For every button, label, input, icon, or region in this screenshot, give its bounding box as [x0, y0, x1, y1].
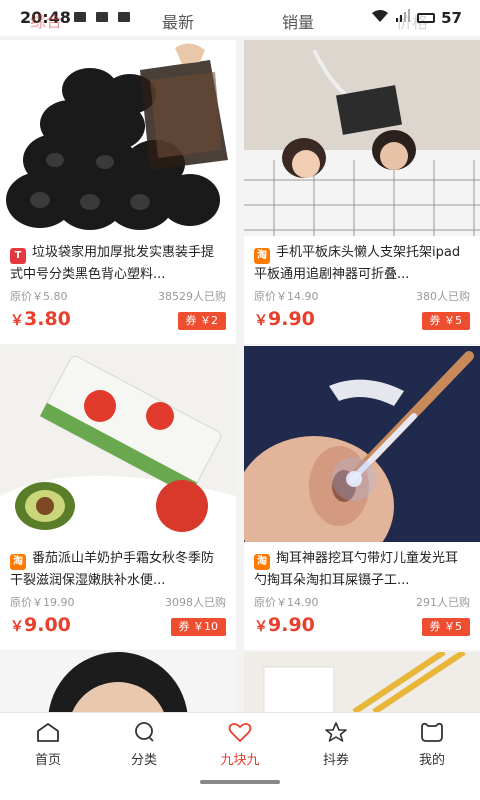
sort-tab-sales[interactable]: 销量 — [282, 9, 314, 33]
taobao-badge-icon: 淘 — [10, 554, 26, 570]
nav-home[interactable]: 首页 — [0, 721, 96, 768]
coupon-badge[interactable]: 券 ￥10 — [170, 618, 226, 636]
profile-icon — [421, 722, 443, 742]
product-image-partial[interactable] — [0, 652, 236, 712]
coupon-badge[interactable]: 券 ￥5 — [421, 618, 470, 636]
product-image-bed-holder[interactable] — [244, 40, 480, 236]
product-card[interactable]: 淘掏耳神器挖耳勺带灯儿童发光耳勺掏耳朵淘扣耳屎镊子工... 原价￥14.90 2… — [244, 346, 480, 650]
taobao-badge-icon: 淘 — [254, 554, 270, 570]
nav-coupons[interactable]: 抖券 — [288, 721, 384, 768]
message-icon — [74, 12, 86, 22]
home-icon — [37, 723, 59, 742]
category-icon — [135, 722, 154, 742]
nav-nine-nine[interactable]: 九块九 — [192, 721, 288, 768]
original-price: 原价￥19.90 — [10, 596, 75, 609]
news-icon — [96, 12, 108, 22]
nav-category[interactable]: 分类 — [96, 721, 192, 768]
coupon-badge[interactable]: 券 ￥5 — [421, 312, 470, 330]
original-price: 原价￥5.80 — [10, 290, 68, 303]
nav-label: 分类 — [130, 753, 157, 768]
nav-mine[interactable]: 我的 — [384, 721, 480, 768]
status-bar: 20:48 综合 最新 销量 价格 57 — [0, 0, 480, 36]
sold-count: 38529人已购 — [158, 290, 226, 303]
product-card-partial[interactable] — [244, 652, 480, 712]
product-image-partial[interactable] — [244, 652, 480, 712]
nav-label: 抖券 — [322, 753, 349, 768]
battery-level: 57 — [441, 9, 462, 27]
sort-tab-comprehensive[interactable]: 综合 — [30, 8, 62, 32]
original-price: 原价￥14.90 — [254, 290, 319, 303]
nav-label: 九块九 — [220, 753, 260, 768]
notification-icon — [118, 12, 130, 22]
battery-icon — [417, 13, 436, 23]
product-title[interactable]: 淘掏耳神器挖耳勺带灯儿童发光耳勺掏耳朵淘扣耳屎镊子工... — [254, 548, 470, 592]
sale-price: ￥9.00 — [10, 614, 71, 636]
signal-icon — [395, 9, 411, 27]
taobao-badge-icon: 淘 — [254, 248, 270, 264]
sale-price: ￥3.80 — [10, 308, 71, 330]
sold-count: 3098人已购 — [165, 596, 226, 609]
tmall-badge-icon: T — [10, 248, 26, 264]
bottom-nav: 首页 分类 九块九 抖券 我的 — [0, 712, 480, 800]
product-card[interactable]: 淘手机平板床头懒人支架托架ipad平板通用追剧神器可折叠... 原价￥14.90… — [244, 40, 480, 344]
coupon-badge[interactable]: 券 ￥2 — [177, 312, 226, 330]
product-title[interactable]: T 垃圾袋家用加厚批发实惠装手提式中号分类黑色背心塑料... — [10, 242, 226, 286]
star-icon — [325, 722, 347, 742]
product-card-partial[interactable] — [0, 652, 236, 712]
heart-icon — [228, 722, 252, 743]
product-image-ear-pick[interactable] — [244, 346, 480, 542]
product-image-trash-bags[interactable] — [0, 40, 236, 236]
product-card[interactable]: T 垃圾袋家用加厚批发实惠装手提式中号分类黑色背心塑料... 原价￥5.80 38… — [0, 40, 236, 344]
original-price: 原价￥14.90 — [254, 596, 319, 609]
sort-tab-latest[interactable]: 最新 — [162, 9, 194, 33]
sold-count: 291人已购 — [416, 596, 470, 609]
status-icons: 57 — [371, 9, 462, 27]
wifi-icon — [371, 9, 389, 27]
product-title[interactable]: 淘手机平板床头懒人支架托架ipad平板通用追剧神器可折叠... — [254, 242, 470, 286]
home-indicator[interactable] — [200, 780, 280, 784]
product-card[interactable]: 淘番茄派山羊奶护手霜女秋冬季防干裂滋润保湿嫩肤补水便... 原价￥19.90 3… — [0, 346, 236, 650]
sale-price: ￥9.90 — [254, 308, 315, 330]
nav-label: 我的 — [418, 753, 445, 768]
product-title[interactable]: 淘番茄派山羊奶护手霜女秋冬季防干裂滋润保湿嫩肤补水便... — [10, 548, 226, 592]
sale-price: ￥9.90 — [254, 614, 315, 636]
nav-label: 首页 — [34, 753, 61, 768]
sold-count: 380人已购 — [416, 290, 470, 303]
product-image-hand-cream[interactable] — [0, 346, 236, 542]
